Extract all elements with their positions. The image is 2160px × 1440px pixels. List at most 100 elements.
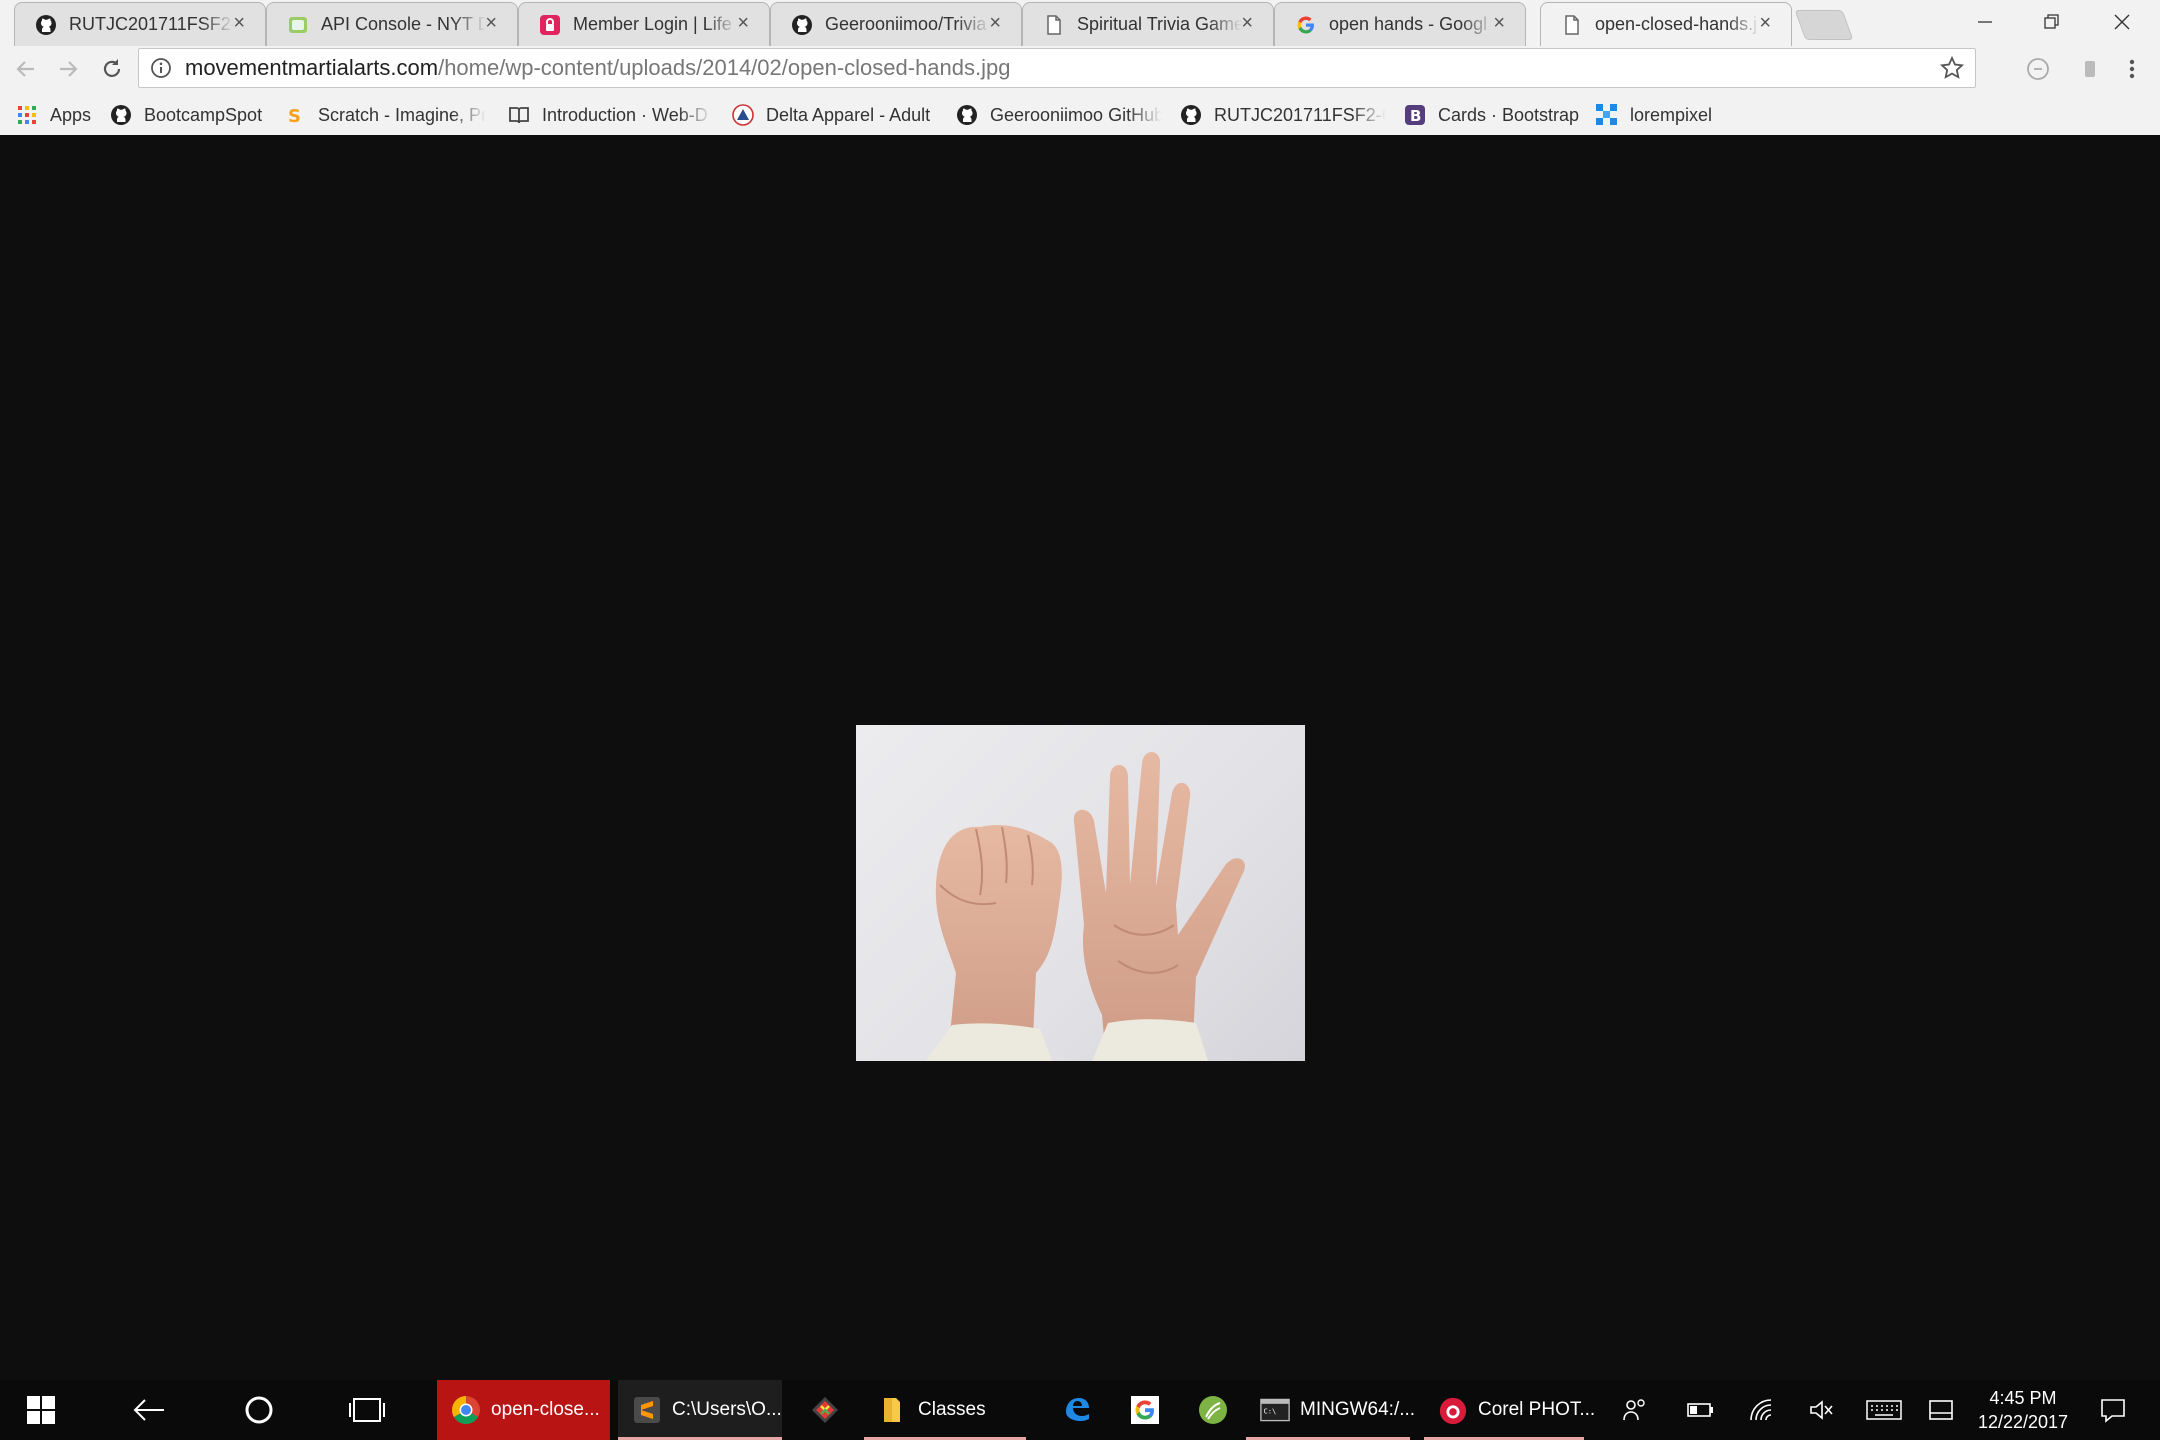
page-icon (1043, 14, 1065, 36)
taskbar-app-chrome[interactable]: open-close... (437, 1380, 610, 1440)
taskbar-app-classes-folder[interactable]: Classes (864, 1380, 1026, 1440)
page-viewport (0, 135, 2160, 1380)
browser-chrome: RUTJC201711FSF2-C × API Console - NYT D … (0, 0, 2160, 135)
close-icon[interactable]: × (485, 13, 497, 33)
tab-2[interactable]: API Console - NYT D × (266, 2, 518, 46)
tab-6[interactable]: open hands - Googl × (1274, 2, 1526, 46)
github-icon (110, 104, 132, 126)
edge-icon (1062, 1395, 1092, 1425)
bookmark-apps[interactable]: Apps (16, 100, 91, 130)
taskbar-app-label: open-close... (491, 1399, 600, 1420)
bookmark-cards-bootstrap[interactable]: B Cards · Bootstrap (1404, 100, 1579, 130)
address-bar[interactable]: movementmartialarts.com/home/wp-content/… (138, 48, 1976, 88)
tablet-mode-icon[interactable] (1926, 1395, 1956, 1425)
reload-button[interactable] (96, 53, 128, 85)
scratch-icon: S (284, 104, 306, 126)
close-icon[interactable]: × (989, 13, 1001, 33)
bookmark-introduction[interactable]: Introduction · Web-D (508, 100, 712, 130)
bookmark-lorempixel[interactable]: lorempixel (1596, 100, 1712, 130)
bookmarks-bar: Apps BootcampSpot S Scratch - Imagine, P… (0, 96, 2160, 134)
task-view-button[interactable] (344, 1380, 390, 1440)
taskbar-app-sublime[interactable]: C:\Users\O... (618, 1380, 782, 1440)
keyboard-icon[interactable] (1866, 1395, 1902, 1425)
close-window-button[interactable] (2092, 0, 2152, 44)
volume-muted-icon[interactable] (1806, 1395, 1836, 1425)
close-icon[interactable]: × (233, 13, 245, 33)
tab-3-title: Member Login | Life (573, 14, 732, 34)
sublime-icon (632, 1395, 662, 1425)
bookmark-delta-apparel[interactable]: Delta Apparel - Adult (732, 100, 930, 130)
green-app-icon (1198, 1395, 1228, 1425)
restore-button[interactable] (2022, 0, 2082, 44)
github-icon (1180, 104, 1202, 126)
back-taskbar-button[interactable] (126, 1380, 172, 1440)
close-icon[interactable]: × (737, 13, 749, 33)
new-tab-button[interactable] (1794, 10, 1854, 40)
bookmark-bootcampspot[interactable]: BootcampSpot (110, 100, 262, 130)
action-center-icon[interactable] (2098, 1395, 2128, 1425)
extension-icon (2027, 58, 2049, 80)
extension-button[interactable] (2022, 53, 2054, 85)
close-icon (2114, 14, 2130, 30)
taskbar-app-edge[interactable] (1048, 1380, 1098, 1440)
url-text: movementmartialarts.com/home/wp-content/… (185, 55, 1010, 81)
hands-photo[interactable] (856, 725, 1305, 1061)
close-icon[interactable]: × (1759, 13, 1771, 33)
taskbar-app-corel[interactable]: Corel PHOT... (1424, 1380, 1595, 1440)
close-icon[interactable]: × (1493, 13, 1505, 33)
google-icon (1130, 1395, 1160, 1425)
closed-fist (926, 824, 1062, 1061)
lock-icon (539, 14, 561, 36)
bookmark-scratch[interactable]: S Scratch - Imagine, Pro (284, 100, 486, 130)
taskbar-app-google[interactable] (1116, 1380, 1166, 1440)
bookmark-label: Scratch - Imagine, Pro (318, 104, 486, 125)
tab-4-title: Geerooniimoo/Trivia (825, 14, 987, 34)
forward-arrow-icon (60, 61, 78, 77)
tab-4[interactable]: Geerooniimoo/Trivia × (770, 2, 1022, 46)
github-icon (956, 104, 978, 126)
bookmark-label: Delta Apparel - Adult (766, 104, 931, 125)
bookmark-geerooniimoo-github[interactable]: Geerooniimoo GitHub (956, 100, 1162, 130)
bookmark-star-icon[interactable] (1939, 55, 1965, 81)
taskbar-app-label: Corel PHOT... (1478, 1399, 1596, 1420)
toolbar: movementmartialarts.com/home/wp-content/… (0, 45, 2160, 93)
extension-button-2[interactable] (2074, 53, 2106, 85)
forward-button[interactable] (52, 53, 84, 85)
bookmark-label: RUTJC201711FSF2-Cl (1214, 104, 1386, 125)
url-domain: movementmartialarts.com (185, 55, 439, 80)
info-icon[interactable] (149, 56, 173, 80)
wifi-icon[interactable] (1746, 1395, 1776, 1425)
tab-3[interactable]: Member Login | Life × (518, 2, 770, 46)
terminal-icon: C:\ (1260, 1395, 1290, 1425)
taskbar-app-mingw64[interactable]: C:\ MINGW64:/... (1246, 1380, 1415, 1440)
tab-7-active[interactable]: open-closed-hands.j × (1540, 2, 1792, 46)
url-path: /home/wp-content/uploads/2014/02/open-cl… (438, 55, 1011, 80)
battery-icon[interactable] (1686, 1395, 1716, 1425)
tab-1[interactable]: RUTJC201711FSF2-C × (14, 2, 266, 46)
api-console-icon (287, 14, 309, 36)
people-icon[interactable] (1620, 1395, 1650, 1425)
bookmark-label: BootcampSpot (144, 104, 263, 125)
menu-button[interactable] (2116, 53, 2148, 85)
system-clock[interactable]: 4:45 PM 12/22/2017 (1958, 1386, 2088, 1434)
more-vert-icon (2129, 59, 2135, 79)
minimize-button[interactable] (1955, 0, 2015, 44)
bootstrap-icon: B (1404, 104, 1426, 126)
taskbar-app-label: MINGW64:/... (1300, 1399, 1416, 1420)
apps-grid-icon (16, 104, 38, 126)
back-button[interactable] (10, 53, 42, 85)
clock-date: 12/22/2017 (1977, 1412, 2069, 1432)
bookmark-label: lorempixel (1630, 104, 1713, 125)
folder-icon (878, 1395, 908, 1425)
taskbar-app-green[interactable] (1184, 1380, 1234, 1440)
tab-5[interactable]: Spiritual Trivia Game × (1022, 2, 1274, 46)
back-arrow-icon (16, 61, 34, 77)
start-button[interactable] (18, 1380, 64, 1440)
bookmark-rutjc[interactable]: RUTJC201711FSF2-Cl (1180, 100, 1386, 130)
hands-illustration (926, 751, 1245, 1061)
tab-1-title: RUTJC201711FSF2-C (69, 14, 234, 34)
cortana-button[interactable] (236, 1380, 282, 1440)
svg-text:B: B (1410, 107, 1421, 125)
close-icon[interactable]: × (1241, 13, 1253, 33)
taskbar-app-git-gui[interactable] (796, 1380, 848, 1440)
